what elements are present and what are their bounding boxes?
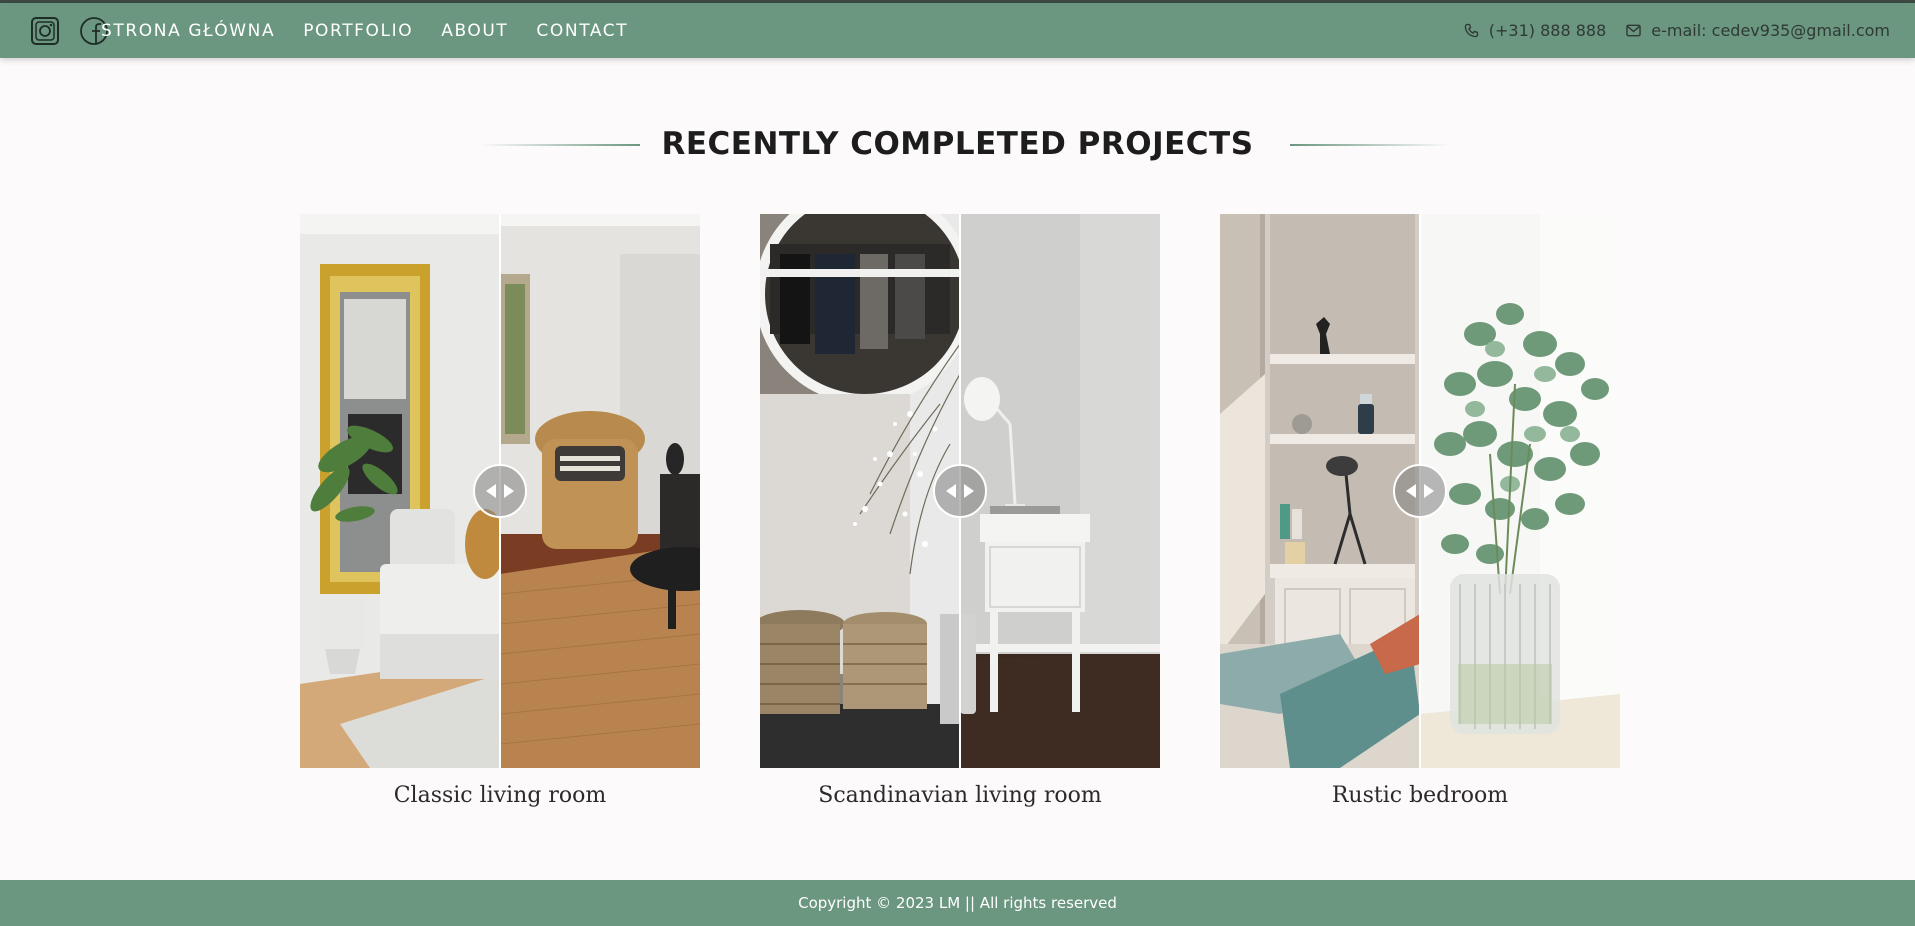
nav-link-home[interactable]: STRONA GŁÓWNA bbox=[101, 21, 275, 41]
after-image bbox=[960, 214, 1160, 768]
phone-icon bbox=[1464, 23, 1479, 38]
project-caption: Classic living room bbox=[393, 783, 607, 808]
arrows-left-right-icon bbox=[486, 484, 514, 498]
instagram-icon[interactable] bbox=[30, 16, 60, 46]
section-title: RECENTLY COMPLETED PROJECTS bbox=[661, 126, 1254, 162]
mail-icon bbox=[1626, 24, 1642, 37]
after-image bbox=[1420, 214, 1620, 768]
navbar: STRONA GŁÓWNA PORTFOLIO ABOUT CONTACT (+… bbox=[0, 3, 1915, 58]
project-caption: Scandinavian living room bbox=[818, 783, 1102, 808]
slider-handle[interactable] bbox=[933, 464, 987, 518]
arrows-left-right-icon bbox=[1406, 484, 1434, 498]
project-caption: Rustic bedroom bbox=[1331, 783, 1509, 808]
nav-link-portfolio[interactable]: PORTFOLIO bbox=[303, 21, 413, 41]
project-card-rustic: Rustic bedroom bbox=[1220, 214, 1620, 808]
slider-handle[interactable] bbox=[1393, 464, 1447, 518]
before-after-slider[interactable] bbox=[760, 214, 1160, 768]
after-image bbox=[500, 214, 700, 768]
project-card-scandinavian: Scandinavian living room bbox=[760, 214, 1160, 808]
slider-handle[interactable] bbox=[473, 464, 527, 518]
before-image bbox=[760, 214, 960, 768]
nav-link-about[interactable]: ABOUT bbox=[441, 21, 508, 41]
email-address: e-mail: cedev935@gmail.com bbox=[1651, 21, 1890, 40]
phone-number: (+31) 888 888 bbox=[1488, 21, 1607, 40]
phone-link[interactable]: (+31) 888 888 bbox=[1464, 21, 1607, 40]
nav-link-contact[interactable]: CONTACT bbox=[536, 21, 628, 41]
copyright-text: Copyright © 2023 LM || All rights reserv… bbox=[798, 894, 1117, 912]
arrows-left-right-icon bbox=[946, 484, 974, 498]
before-image bbox=[1220, 214, 1420, 768]
before-after-slider[interactable] bbox=[1220, 214, 1620, 768]
before-image bbox=[300, 214, 500, 768]
footer: Copyright © 2023 LM || All rights reserv… bbox=[0, 880, 1915, 926]
before-after-slider[interactable] bbox=[300, 214, 700, 768]
main-nav: STRONA GŁÓWNA PORTFOLIO ABOUT CONTACT bbox=[101, 3, 656, 58]
project-card-classic: Classic living room bbox=[300, 214, 700, 808]
heading-decor-line-right bbox=[1290, 144, 1450, 146]
section-heading: RECENTLY COMPLETED PROJECTS bbox=[0, 120, 1915, 170]
email-link[interactable]: e-mail: cedev935@gmail.com bbox=[1626, 21, 1890, 40]
contact-info: (+31) 888 888 e-mail: cedev935@gmail.com bbox=[1464, 3, 1890, 58]
